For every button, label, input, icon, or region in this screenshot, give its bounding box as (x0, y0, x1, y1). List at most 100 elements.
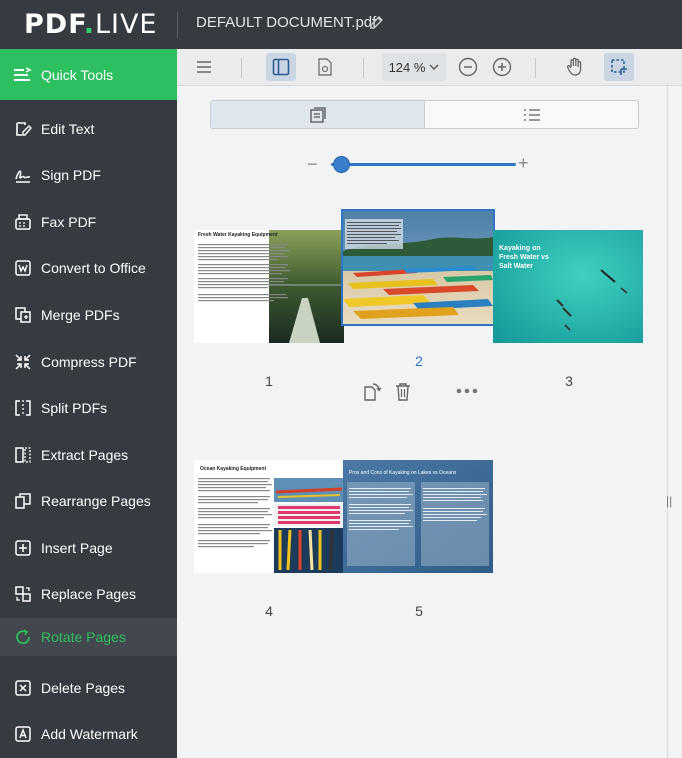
sidebar-item-rotate-pages[interactable]: Rotate Pages (0, 618, 177, 656)
panel-splitter[interactable] (667, 86, 668, 758)
sidebar-item-merge-pdfs[interactable]: Merge PDFs (0, 292, 177, 338)
page-4-preview (194, 460, 344, 573)
sidebar: Quick Tools Edit Text Sign PDF Fax PDF C… (0, 49, 177, 758)
zoom-value: 124 % (388, 59, 426, 75)
sidebar-item-label: Compress PDF (41, 354, 137, 370)
page-5-title: Pros and Cons of Kayaking on Lakes vs Oc… (349, 470, 457, 476)
marquee-select-icon (611, 59, 627, 75)
zoom-out-icon (458, 57, 478, 77)
view-toggle (210, 100, 639, 129)
sidebar-item-compress-pdf[interactable]: Compress PDF (0, 339, 177, 385)
panel-icon (272, 58, 290, 76)
sidebar-item-label: Merge PDFs (41, 307, 120, 323)
sidebar-item-label: Convert to Office (41, 260, 146, 276)
trash-icon[interactable] (394, 382, 412, 402)
edit-text-icon (13, 119, 33, 139)
sidebar-item-label: Add Watermark (41, 726, 138, 742)
sidebar-item-label: Fax PDF (41, 214, 97, 230)
minus-icon[interactable]: − (307, 154, 318, 174)
page-4-title: Ocean Kayaking Equipment (200, 466, 267, 472)
page-5-preview (343, 460, 493, 573)
sidebar-item-label: Replace Pages (41, 586, 136, 602)
page-1-title: Fresh Water Kayaking Equipment (198, 232, 278, 238)
toolbar: 124 % (177, 49, 682, 86)
sidebar-item-insert-page[interactable]: Insert Page (0, 525, 177, 571)
page-number-3: 3 (565, 373, 573, 389)
top-bar: PDF.LIVE DEFAULT DOCUMENT.pdf (0, 0, 682, 49)
extract-icon (13, 445, 33, 465)
page-thumbnail-2[interactable] (341, 209, 495, 326)
sign-icon (13, 165, 33, 185)
compress-icon (13, 352, 33, 372)
divider (177, 12, 178, 38)
page-thumbnail-1[interactable]: Fresh Water Kayaking Equipment (194, 230, 344, 343)
menu-button[interactable] (189, 53, 219, 81)
list-view-button[interactable] (425, 101, 638, 128)
plus-icon[interactable]: + (518, 153, 529, 173)
page-number-5: 5 (415, 603, 423, 619)
pencil-icon[interactable] (368, 14, 386, 32)
zoom-in-button[interactable] (487, 53, 517, 81)
document-title[interactable]: DEFAULT DOCUMENT.pdf (196, 14, 376, 31)
sidebar-item-label: Rotate Pages (41, 629, 126, 645)
app-logo[interactable]: PDF.LIVE (24, 9, 158, 40)
chevron-down-icon (429, 64, 439, 70)
thumbnail-view-icon (309, 106, 326, 123)
quick-tools-icon (13, 65, 33, 85)
page-1-preview (194, 230, 344, 343)
zoom-in-icon (492, 57, 512, 77)
sidebar-item-rearrange-pages[interactable]: Rearrange Pages (0, 478, 177, 524)
slider-track[interactable] (331, 163, 516, 166)
page-2-preview (343, 211, 493, 324)
page-number-4: 4 (265, 603, 273, 619)
page-settings-icon (318, 58, 332, 76)
page-thumbnail-panel: − + Fresh Water Kayaking Equipment 1 2 K… (177, 86, 682, 758)
sidebar-item-edit-text[interactable]: Edit Text (0, 106, 177, 152)
watermark-icon (13, 724, 33, 744)
sidebar-item-delete-pages[interactable]: Delete Pages (0, 665, 177, 711)
delete-icon (13, 678, 33, 698)
page-3-title: Kayaking on Fresh Water vs Salt Water (499, 245, 549, 270)
page-thumbnail-3[interactable]: Kayaking on Fresh Water vs Salt Water (493, 230, 643, 343)
rotate-page-icon[interactable] (362, 382, 382, 402)
divider (363, 58, 364, 78)
zoom-select[interactable]: 124 % (382, 53, 446, 81)
sidebar-item-fax-pdf[interactable]: Fax PDF (0, 199, 177, 245)
grid-view-button[interactable] (211, 101, 425, 128)
page-thumbnail-4[interactable]: Ocean Kayaking Equipment (194, 460, 344, 573)
sidebar-toggle-button[interactable] (266, 53, 296, 81)
sidebar-item-label: Delete Pages (41, 680, 126, 696)
sidebar-item-split-pdfs[interactable]: Split PDFs (0, 385, 177, 431)
pan-tool-button[interactable] (560, 53, 590, 81)
slider-thumb[interactable] (333, 156, 350, 173)
sidebar-item-label: Insert Page (41, 540, 113, 556)
zoom-out-button[interactable] (453, 53, 483, 81)
fax-icon (13, 212, 33, 232)
select-tool-button[interactable] (604, 53, 634, 81)
hand-icon (566, 57, 582, 76)
split-icon (13, 398, 33, 418)
replace-icon (13, 584, 33, 604)
drag-handle-icon[interactable]: || (666, 494, 672, 508)
sidebar-item-sign-pdf[interactable]: Sign PDF (0, 152, 177, 198)
sidebar-item-add-watermark[interactable]: Add Watermark (0, 711, 177, 757)
page-actions (362, 382, 492, 402)
insert-icon (13, 538, 33, 558)
sidebar-item-replace-pages[interactable]: Replace Pages (0, 571, 177, 617)
sidebar-item-label: Sign PDF (41, 167, 101, 183)
sidebar-item-convert-to-office[interactable]: Convert to Office (0, 245, 177, 291)
more-options-icon[interactable] (456, 388, 478, 394)
page-settings-button[interactable] (310, 53, 340, 81)
page-number-2: 2 (415, 353, 423, 369)
hamburger-icon (197, 61, 211, 73)
sidebar-item-label: Quick Tools (41, 66, 114, 83)
thumbnail-size-slider[interactable]: − + (307, 153, 537, 174)
sidebar-item-extract-pages[interactable]: Extract Pages (0, 432, 177, 478)
sidebar-item-label: Rearrange Pages (41, 493, 151, 509)
page-thumbnail-5[interactable]: Pros and Cons of Kayaking on Lakes vs Oc… (343, 460, 493, 573)
rearrange-icon (13, 491, 33, 511)
sidebar-item-label: Extract Pages (41, 447, 129, 463)
word-icon (13, 258, 33, 278)
sidebar-item-label: Edit Text (41, 121, 95, 137)
sidebar-item-quick-tools[interactable]: Quick Tools (0, 49, 177, 100)
